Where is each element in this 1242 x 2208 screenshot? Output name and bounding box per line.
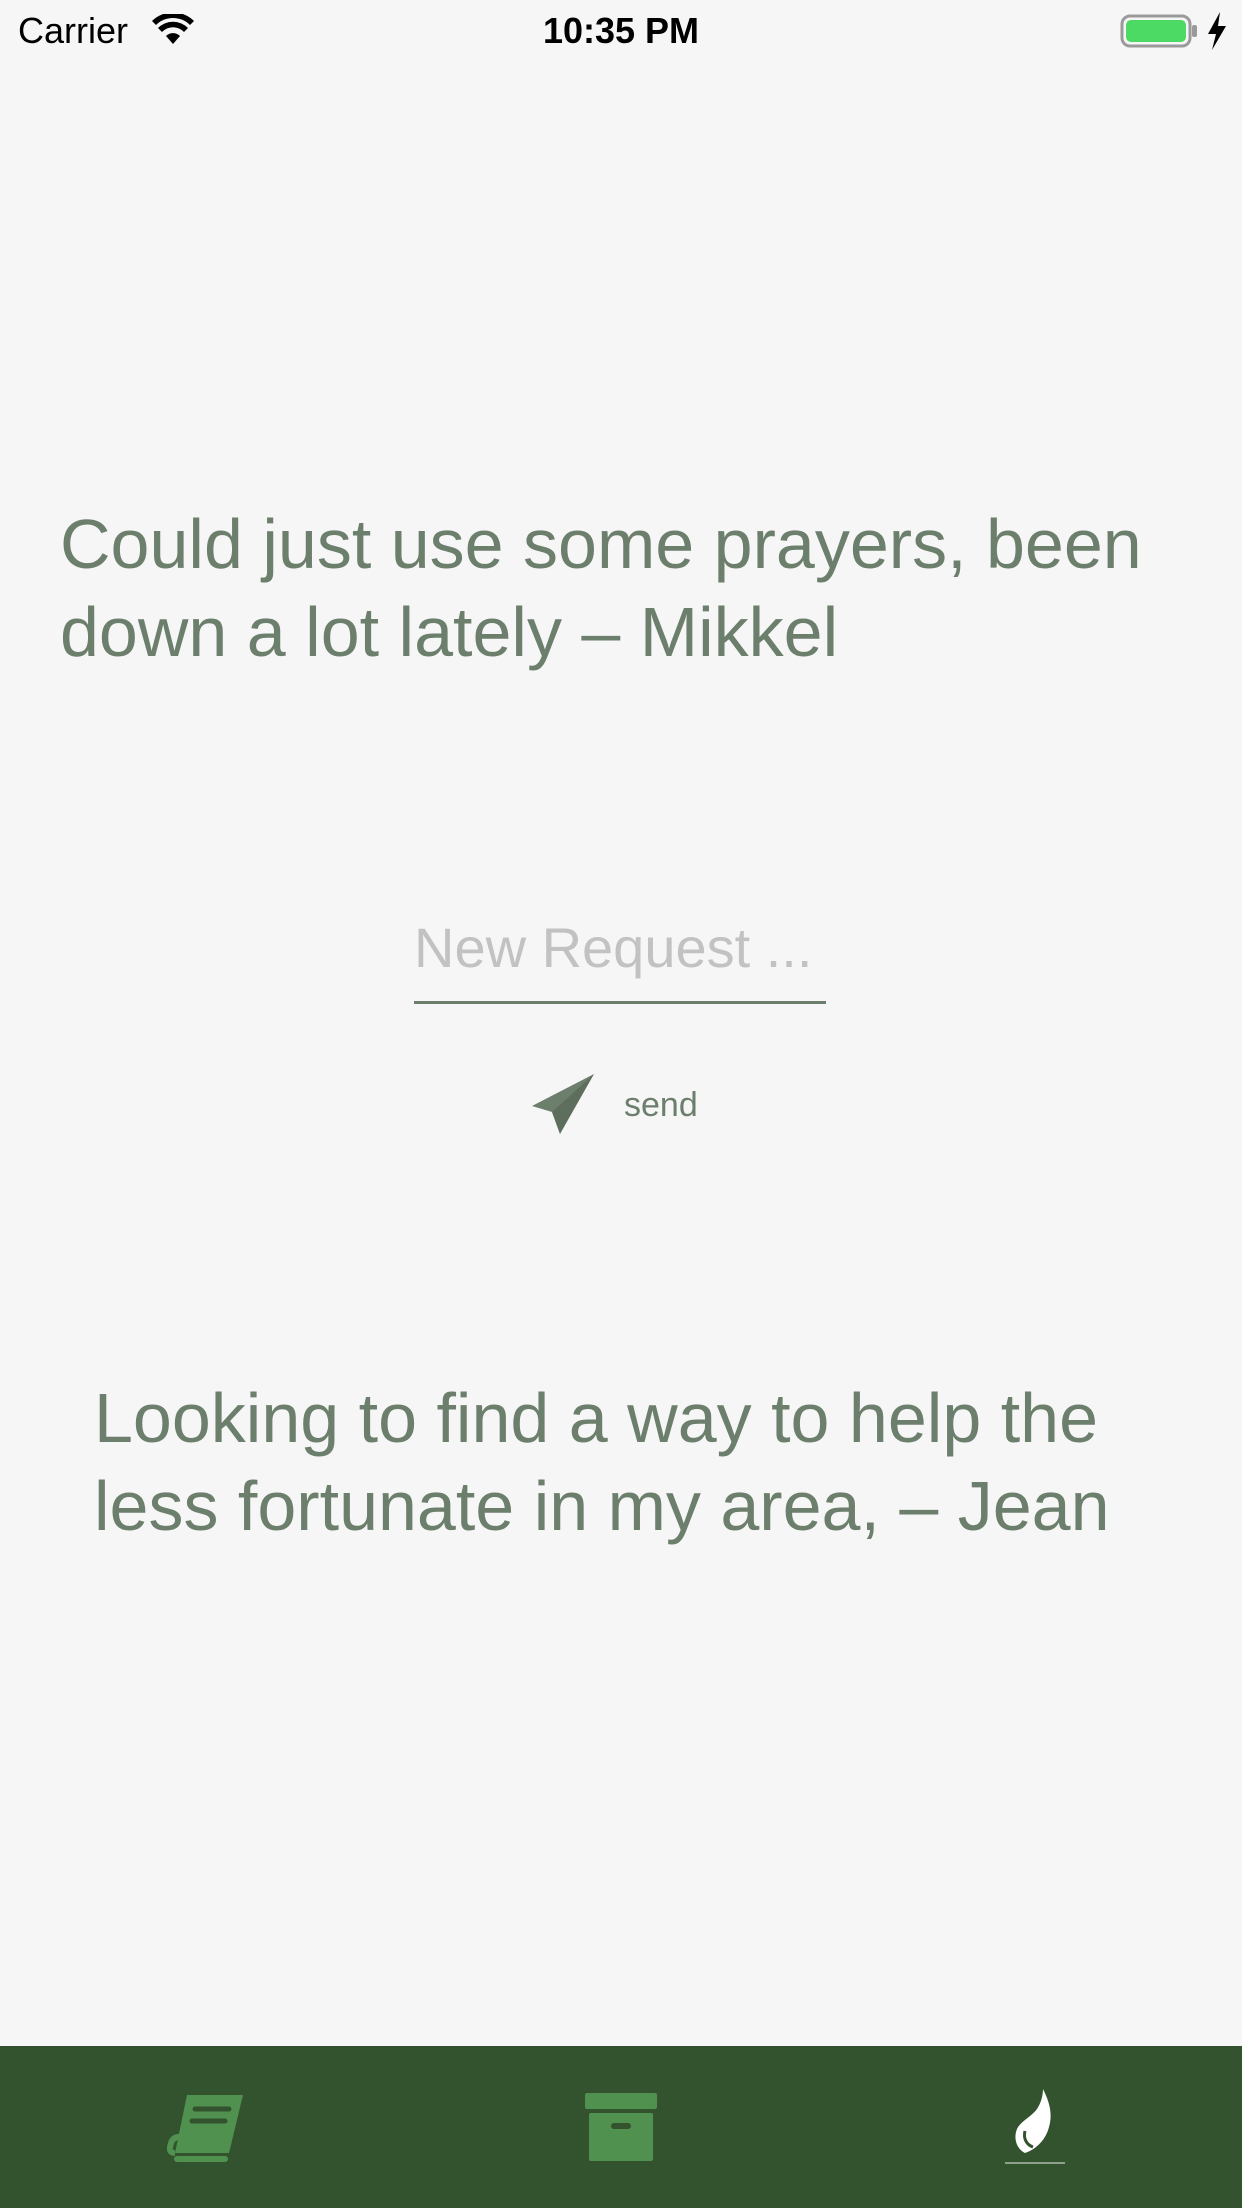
tab-flame[interactable] [828, 2046, 1242, 2208]
status-bar: Carrier 10:35 PM [0, 0, 1242, 62]
charging-bolt-icon [1208, 12, 1226, 50]
prayer-request-message: Could just use some prayers, been down a… [60, 505, 1142, 671]
send-label: send [624, 1085, 698, 1124]
tab-book[interactable] [0, 2046, 414, 2208]
flame-icon [1005, 2089, 1065, 2164]
tab-bar [0, 2046, 1242, 2208]
tab-archive[interactable] [414, 2046, 828, 2208]
battery-icon [1120, 14, 1197, 48]
send-button[interactable]: send [530, 1070, 698, 1140]
archive-box-icon [585, 2093, 657, 2161]
prayer-request-message: Looking to find a way to help the less f… [94, 1379, 1110, 1545]
paper-plane-icon [532, 1074, 594, 1134]
new-request-input[interactable] [414, 894, 826, 1004]
clock: 10:35 PM [542, 10, 700, 51]
book-icon [167, 2095, 243, 2162]
